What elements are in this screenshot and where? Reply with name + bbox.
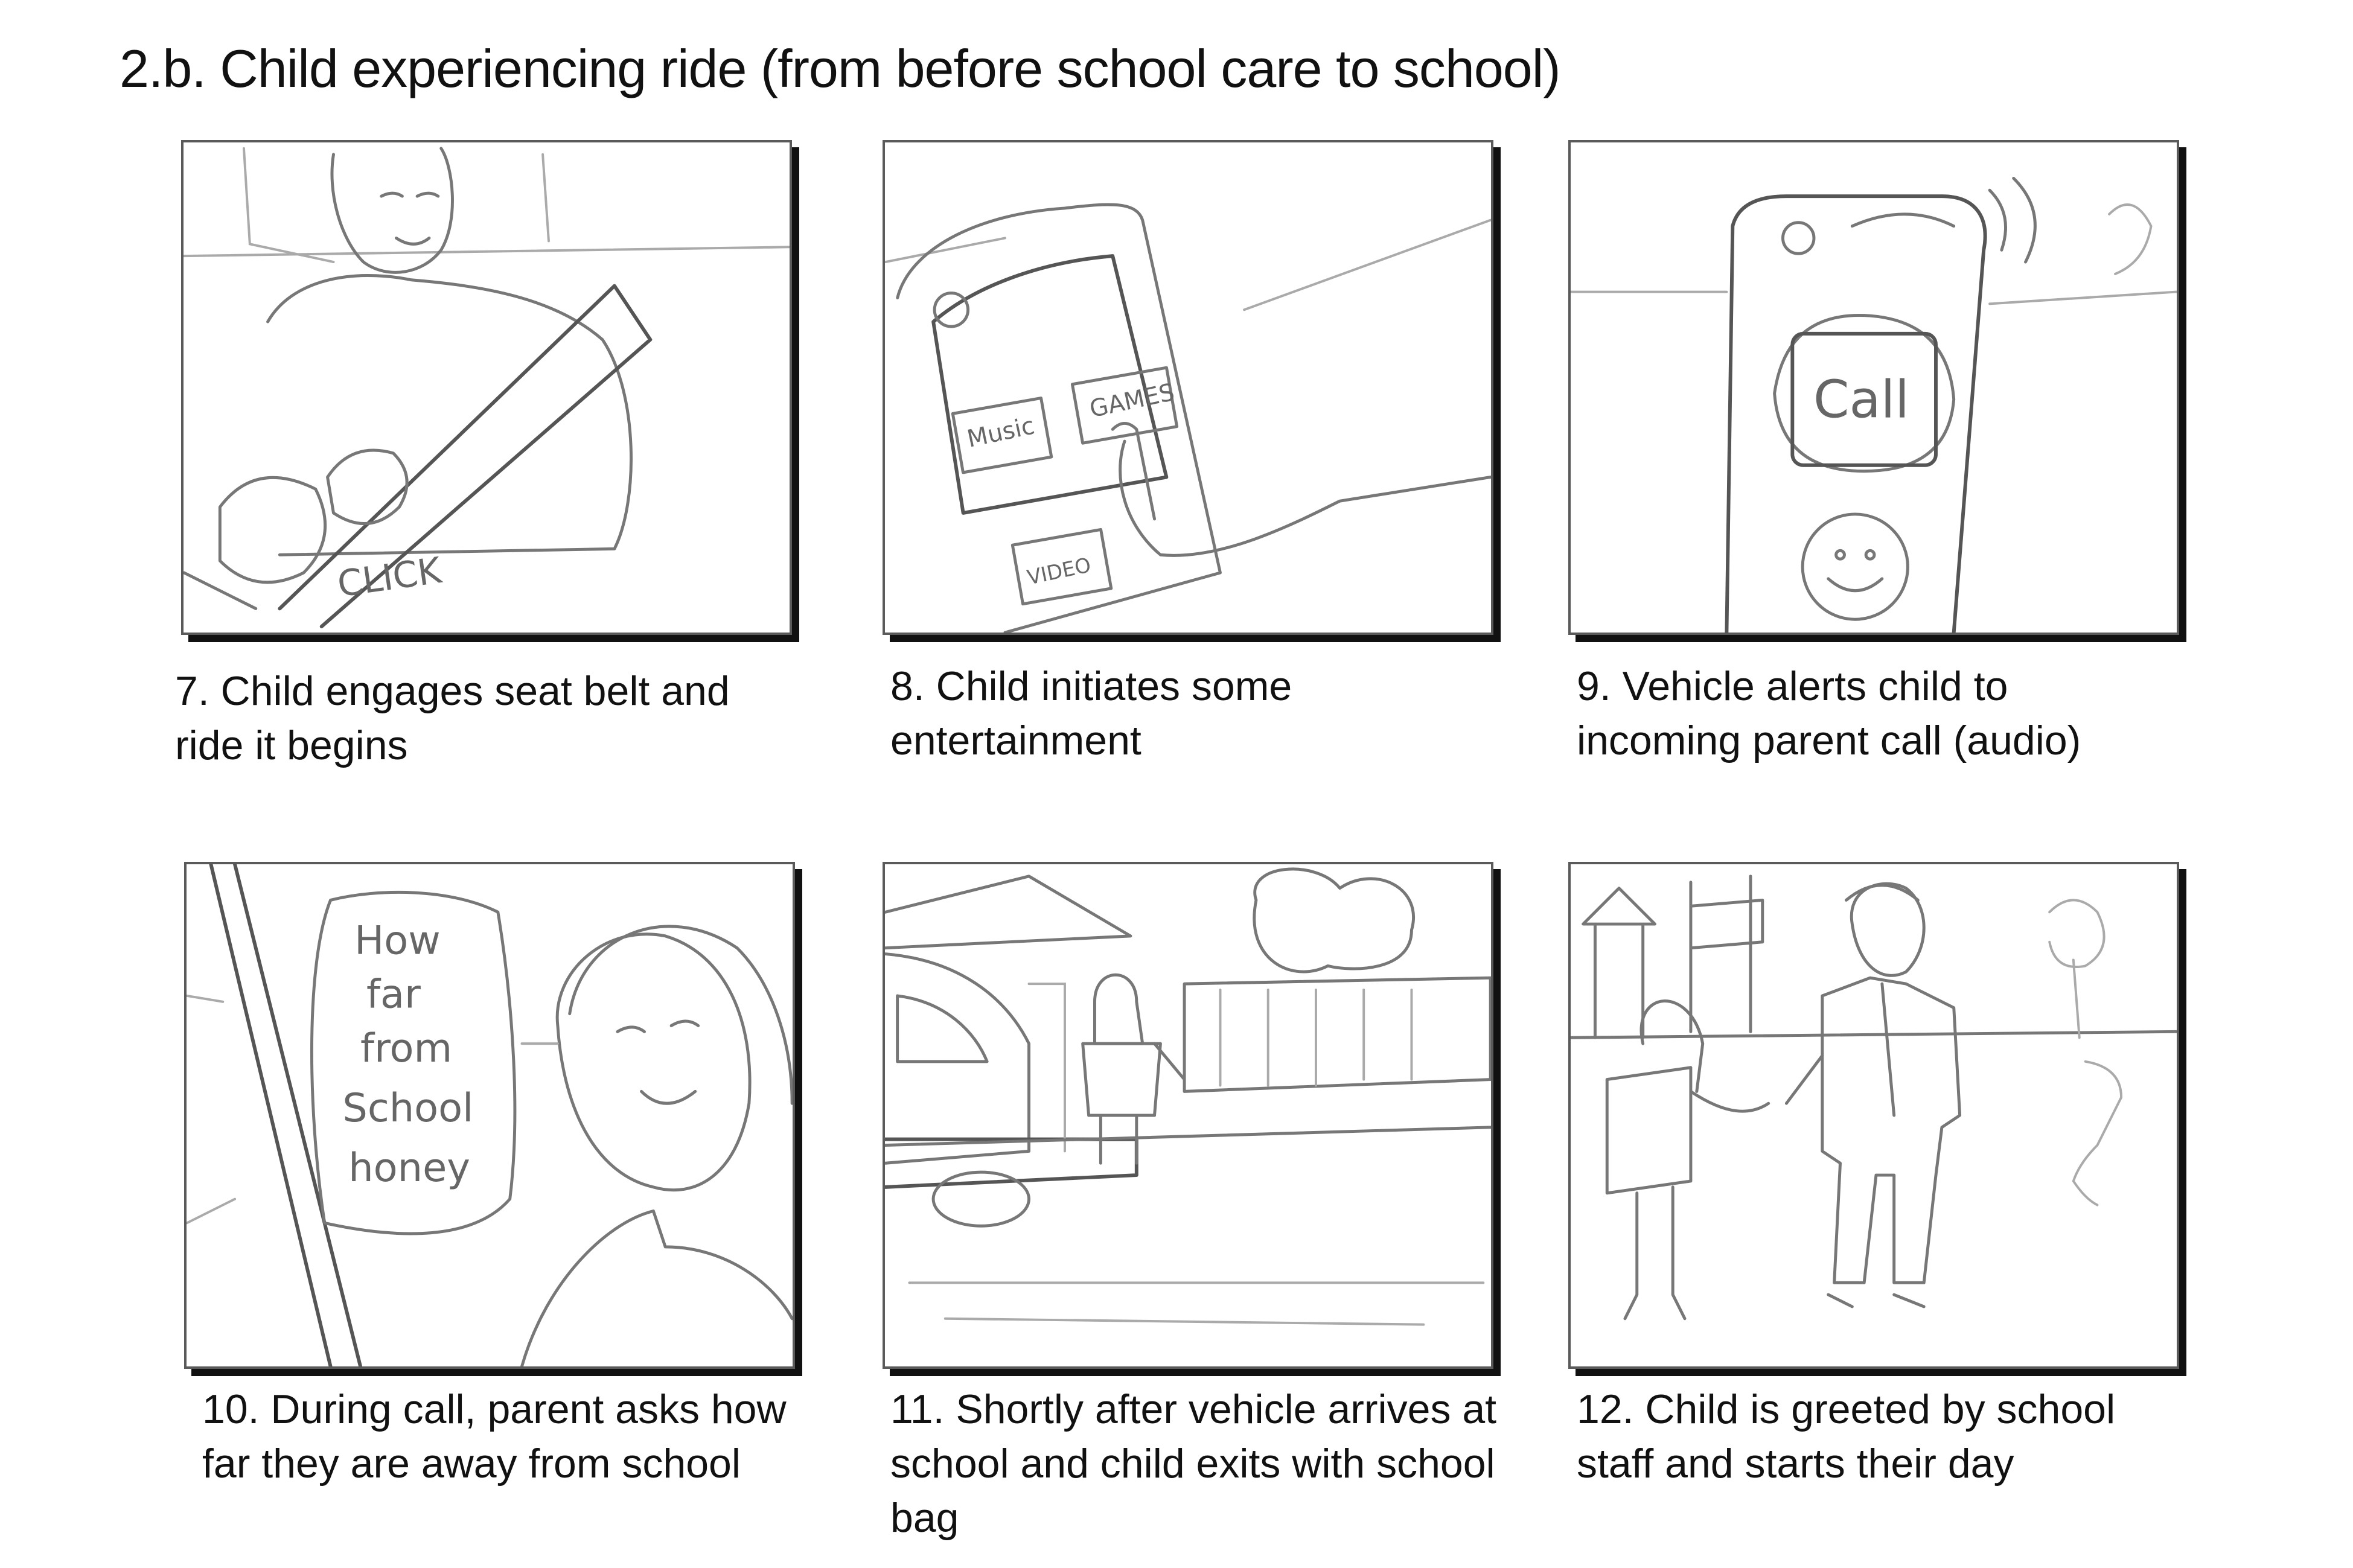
sketch-bubble-line-2: far — [366, 972, 421, 1018]
storyboard-panel-9: Call — [1568, 140, 2179, 635]
sketch-bubble-line-5: honey — [348, 1145, 470, 1191]
panel-12-caption: 12. Child is greeted by school staff and… — [1577, 1386, 2116, 1487]
sketch-games-text: GAMES — [1087, 378, 1177, 424]
sketch-call-text: Call — [1813, 371, 1909, 430]
panel-8-caption: 8. Child initiates some entertainment — [890, 663, 1292, 763]
school-greeting-sketch — [1571, 875, 2177, 1321]
sketch-bubble-line-3: from — [360, 1025, 452, 1071]
panel-11-caption: 11. Shortly after vehicle arrives at sch… — [890, 1386, 1497, 1541]
seatbelt-sketch: CLICK — [184, 147, 790, 629]
sketch-video-text: VIDEO — [1025, 553, 1093, 589]
panel-10-caption: 10. During call, parent asks how far the… — [202, 1386, 787, 1487]
storyboard-panel-7: CLICK — [181, 140, 792, 635]
storyboard-panel-8: Music GAMES VIDEO — [883, 140, 1493, 635]
sketch-music-text: Music — [965, 412, 1037, 453]
storyboard-panel-12 — [1568, 862, 2179, 1369]
phone-call-sketch: Call — [1571, 176, 2177, 633]
sketch-click-text: CLICK — [335, 550, 445, 606]
panel-9-caption: 9. Vehicle alerts child to incoming pare… — [1577, 663, 2081, 763]
storyboard-panel-11 — [883, 862, 1493, 1369]
panel-7-caption: 7. Child engages seat belt and ride it b… — [175, 668, 730, 768]
page-title: 2.b. Child experiencing ride (from befor… — [120, 39, 1561, 98]
tablet-games-sketch: Music GAMES VIDEO — [885, 203, 1491, 633]
parent-call-sketch: How far from School honey — [187, 864, 793, 1366]
storyboard-panel-10: How far from School honey — [184, 862, 795, 1369]
sketch-bubble-line-4: School — [342, 1085, 473, 1131]
sketch-bubble-line-1: How — [354, 918, 441, 964]
school-arrival-sketch — [885, 867, 1491, 1326]
